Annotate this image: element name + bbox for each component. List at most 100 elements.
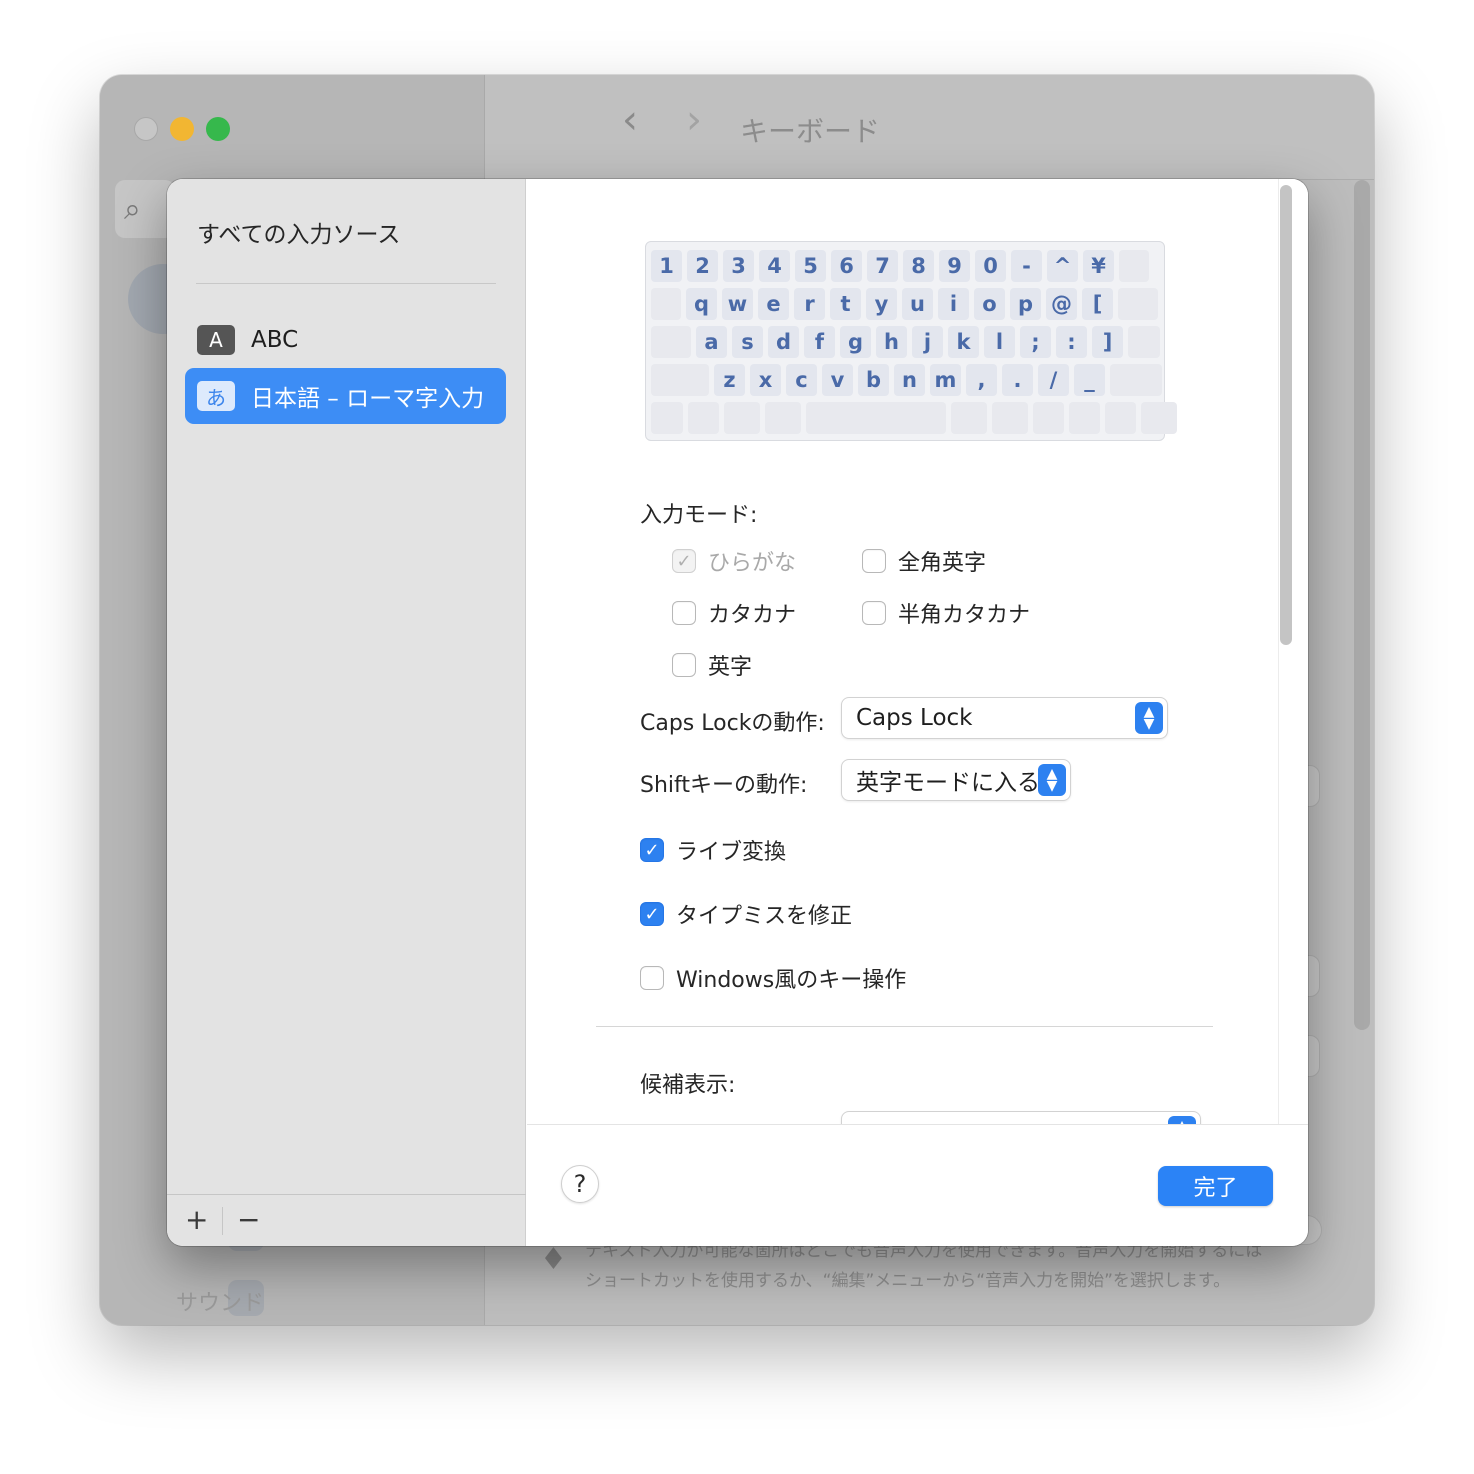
input-source-japanese-romaji[interactable]: あ 日本語 – ローマ字入力 (185, 368, 506, 424)
keyboard-blank-key (806, 402, 946, 434)
input-sources-sidebar: すべての入力ソース A ABC あ 日本語 – ローマ字入力 + − (167, 179, 526, 1246)
keyboard-key: 9 (939, 250, 970, 282)
keyboard-key: @ (1046, 288, 1077, 320)
keyboard-key: p (1010, 288, 1041, 320)
keyboard-row: 1 2 3 4 5 6 7 8 9 0- ^ ¥ (651, 250, 1149, 282)
keyboard-key: s (732, 326, 763, 358)
checkbox-fullwidth-roman[interactable]: 全角英字 (862, 545, 986, 577)
minimize-window-button[interactable] (170, 117, 194, 141)
microphone-icon: ♦ (540, 1242, 567, 1277)
shift-key-action-label: Shiftキーの動作: (640, 773, 808, 798)
abc-badge-icon: A (197, 325, 235, 355)
keyboard-key: t (830, 288, 861, 320)
hiragana-badge-icon: あ (197, 381, 235, 411)
section-divider (596, 1026, 1213, 1027)
input-source-label: ABC (251, 327, 299, 353)
chevron-up-down-icon: ▲▼ (1038, 764, 1066, 796)
candidates-popup[interactable]: ▲▼ (841, 1111, 1201, 1124)
keyboard-key: ^ (1047, 250, 1078, 282)
keyboard-key: q (686, 288, 717, 320)
background-scrollbar[interactable] (1354, 180, 1370, 1030)
keyboard-row (651, 402, 1177, 434)
checkbox-windows-style-keys[interactable]: Windows風のキー操作 (640, 962, 906, 994)
checkbox-correct-typos[interactable]: ✓ タイプミスを修正 (640, 898, 852, 930)
back-button[interactable]: ‹ (622, 97, 638, 143)
keyboard-key: f (804, 326, 835, 358)
input-source-abc[interactable]: A ABC (185, 312, 506, 368)
checkbox-halfwidth-katakana[interactable]: 半角カタカナ (862, 597, 1030, 629)
keyboard-layout-preview: 1 2 3 4 5 6 7 8 9 0- ^ ¥ q w e r t y u i o p @[ a s d f g h j k l;:] … (645, 241, 1177, 441)
keyboard-blank-key (1069, 402, 1100, 434)
checkbox-katakana[interactable]: カタカナ (672, 597, 796, 629)
keyboard-blank-key (651, 326, 691, 358)
keyboard-key: ¥ (1083, 250, 1114, 282)
sheet-footer: ? 完了 (527, 1124, 1308, 1246)
keyboard-blank-key (765, 402, 801, 434)
caps-lock-action-popup[interactable]: Caps Lock ▲ ▼ (841, 697, 1168, 739)
sidebar-toolbar: + − (167, 1194, 526, 1246)
keyboard-key: m (930, 364, 961, 396)
input-source-settings: 1 2 3 4 5 6 7 8 9 0- ^ ¥ q w e r t y u i o p @[ a s d f g h j k l;:] … (527, 179, 1308, 1124)
keyboard-key: u (902, 288, 933, 320)
checkbox-hiragana[interactable]: ✓ ひらがな (672, 545, 796, 577)
keyboard-blank-key (992, 402, 1028, 434)
keyboard-key: ; (1020, 326, 1051, 358)
close-window-button[interactable] (134, 117, 158, 141)
keyboard-key: _ (1074, 364, 1105, 396)
checkbox-roman[interactable]: 英字 (672, 649, 752, 681)
keyboard-key: 3 (723, 250, 754, 282)
keyboard-key: v (822, 364, 853, 396)
keyboard-key: n (894, 364, 925, 396)
window-title: キーボード (740, 115, 881, 148)
keyboard-key: 6 (831, 250, 862, 282)
keyboard-blank-key (951, 402, 987, 434)
keyboard-key: i (938, 288, 969, 320)
keyboard-blank-key (1110, 364, 1162, 396)
keyboard-blank-key (1141, 402, 1177, 434)
forward-button[interactable]: › (686, 97, 702, 143)
keyboard-key: r (794, 288, 825, 320)
shift-key-action-popup[interactable]: 英字モードに入る ▲ ▼ (841, 759, 1071, 801)
keyboard-key: j (912, 326, 943, 358)
keyboard-key: a (696, 326, 727, 358)
checkmark-icon: ✓ (640, 902, 664, 926)
zoom-window-button[interactable] (206, 117, 230, 141)
keyboard-blank-key (724, 402, 760, 434)
scrollbar-thumb[interactable] (1280, 185, 1292, 645)
keyboard-key: y (866, 288, 897, 320)
done-button[interactable]: 完了 (1158, 1166, 1273, 1206)
chevron-up-down-icon: ▲▼ (1168, 1116, 1196, 1124)
keyboard-key: - (1011, 250, 1042, 282)
keyboard-key: l (984, 326, 1015, 358)
toolbar-divider (222, 1207, 223, 1235)
checkmark-icon: ✓ (640, 838, 664, 862)
keyboard-blank-key (651, 288, 681, 320)
keyboard-blank-key (688, 402, 719, 434)
keyboard-key: b (858, 364, 889, 396)
keyboard-key: e (758, 288, 789, 320)
checkmark-icon: ✓ (672, 549, 696, 573)
keyboard-key: w (722, 288, 753, 320)
sidebar-divider (196, 283, 496, 284)
keyboard-key: 2 (687, 250, 718, 282)
help-button[interactable]: ? (561, 1165, 599, 1203)
checkbox-live-conversion[interactable]: ✓ ライブ変換 (640, 834, 786, 866)
input-mode-label: 入力モード: (640, 503, 758, 528)
keyboard-key: h (876, 326, 907, 358)
candidates-label: 候補表示: (640, 1073, 736, 1098)
keyboard-key: z (714, 364, 745, 396)
keyboard-row: a s d f g h j k l;:] (651, 326, 1160, 358)
keyboard-key: [ (1082, 288, 1113, 320)
add-input-source-button[interactable]: + (185, 1203, 208, 1236)
keyboard-key: d (768, 326, 799, 358)
remove-input-source-button[interactable]: − (237, 1203, 260, 1236)
keyboard-key: 8 (903, 250, 934, 282)
keyboard-blank-key (1128, 326, 1160, 358)
keyboard-key: 0 (975, 250, 1006, 282)
input-sources-sheet: すべての入力ソース A ABC あ 日本語 – ローマ字入力 + − 12345… (167, 179, 1308, 1246)
keyboard-key: 5 (795, 250, 826, 282)
keyboard-key: c (786, 364, 817, 396)
sidebar-item-sound[interactable]: サウンド (176, 1285, 264, 1317)
keyboard-key: o (974, 288, 1005, 320)
keyboard-key: ] (1092, 326, 1123, 358)
